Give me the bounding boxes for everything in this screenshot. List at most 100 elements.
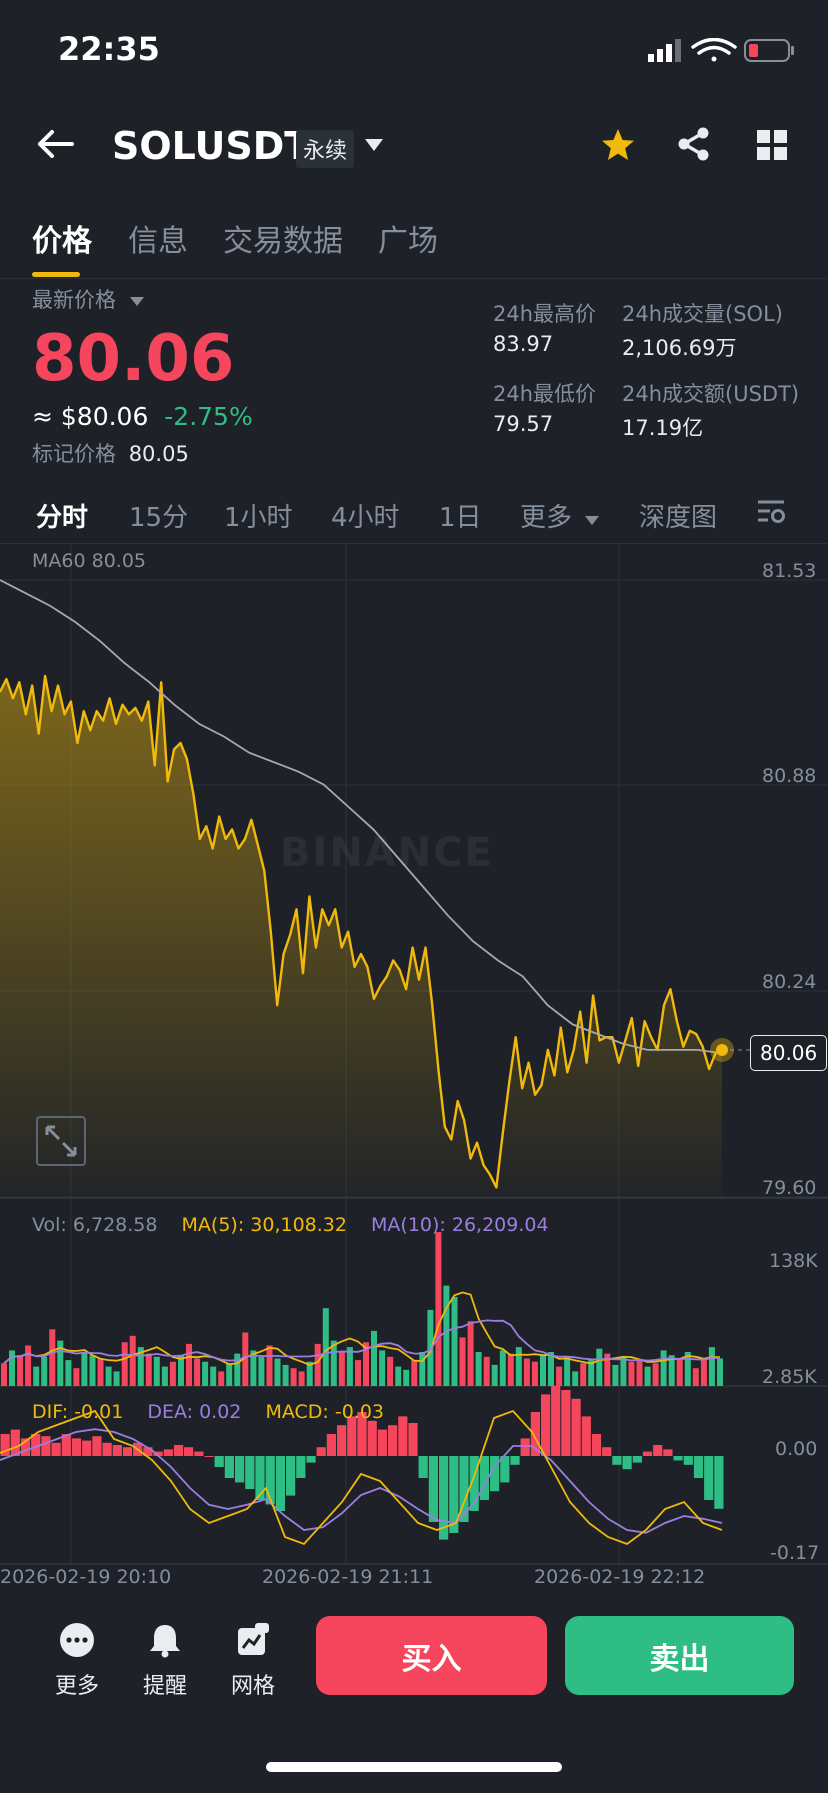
y-tick-2: 80.24 [762,971,817,993]
interval-1h[interactable]: 1小时 [224,497,293,534]
macd-bar [275,1456,285,1511]
interval-4h[interactable]: 4小时 [331,497,400,534]
macd-bar [122,1447,133,1456]
current-point-dot [716,1043,728,1056]
macd-bar [10,1429,20,1456]
interval-1d[interactable]: 1日 [439,497,482,534]
volume-value: 2,106.69万 [622,336,737,360]
volume-bar [483,1356,490,1386]
macd-y-tick-0: 0.00 [775,1438,818,1460]
share-icon[interactable] [676,126,712,162]
buy-button[interactable]: 买入 [316,1616,547,1695]
symbol-title[interactable]: SOLUSDT [112,124,310,168]
status-time: 22:35 [58,30,160,68]
macd-bar [194,1451,204,1456]
volume-bar [548,1352,554,1386]
macd-bar [163,1449,173,1456]
volume-bar [580,1363,587,1386]
last-price-dropdown-icon[interactable] [129,296,145,307]
tab-trading-data[interactable]: 交易数据 [223,216,343,260]
more-button[interactable]: 更多 [42,1622,112,1700]
interval-timeline[interactable]: 分时 [36,497,88,534]
fullscreen-button[interactable] [36,1116,86,1166]
status-icons [648,38,794,62]
change-percent: -2.75% [164,402,253,431]
symbol-dropdown-icon[interactable] [364,138,384,152]
interval-more[interactable]: 更多 [520,497,600,534]
volume-bar [266,1345,273,1386]
vol-y-tick-1: 2.85K [762,1366,817,1388]
more-dropdown-icon [585,516,600,525]
home-indicator[interactable] [266,1762,562,1772]
turnover-value: 17.19亿 [622,416,704,440]
volume-bar [507,1353,514,1386]
volume-bar [145,1353,152,1386]
volume-bar [81,1352,88,1386]
macd-bar [316,1447,326,1456]
usd-price-line: ≈ $80.06 -2.75% [32,402,253,431]
macd-bar [112,1445,122,1456]
y-tick-0: 81.53 [762,560,817,582]
grid-layout-icon[interactable] [756,129,788,161]
last-price-label[interactable]: 最新价格 [32,284,145,314]
usd-price: ≈ $80.06 [32,402,149,431]
macd-bar [214,1456,224,1467]
macd-bar [286,1456,296,1496]
macd-bar [71,1438,82,1456]
price-area-fill [0,675,722,1197]
macd-bar [408,1423,418,1456]
grid-trading-button[interactable]: 网格 [218,1622,288,1700]
volume-bar [113,1371,120,1386]
macd-bar [520,1438,530,1456]
price-chart[interactable] [0,544,828,1592]
bell-icon [150,1625,180,1658]
volume-bar [169,1361,176,1386]
macd-bar [714,1456,724,1509]
volume-bar [411,1360,418,1386]
tab-active-indicator [32,272,80,277]
battery-icon [744,39,794,62]
macd-bar [245,1456,255,1489]
volume-bar [65,1360,72,1386]
chart-settings-icon[interactable] [756,498,786,526]
macd-bar [398,1416,408,1456]
back-arrow-icon[interactable] [36,128,76,160]
tab-info[interactable]: 信息 [128,216,188,260]
volume-bar [346,1347,353,1386]
depth-chart-tab[interactable]: 深度图 [639,497,717,534]
signal-icon [648,39,681,62]
volume-bar [226,1363,233,1386]
volume-bar [467,1321,474,1386]
volume-bar [218,1371,225,1386]
price-panel [0,579,750,1197]
interval-15m[interactable]: 15分 [129,497,188,534]
macd-bar [377,1429,387,1456]
macd-bar [235,1456,245,1483]
favorite-star-icon[interactable] [600,127,636,163]
volume-bar [491,1364,498,1386]
macd-bar [428,1456,438,1522]
volume-bar [596,1348,603,1386]
sell-button[interactable]: 卖出 [565,1616,794,1695]
alert-button[interactable]: 提醒 [130,1622,200,1700]
volume-bar [355,1360,361,1386]
macd-bar [673,1456,683,1461]
tab-price[interactable]: 价格 [32,216,92,260]
volume-bar [636,1360,643,1386]
tab-square[interactable]: 广场 [378,216,438,260]
vol-ma10-line [3,1319,721,1365]
volume-bar [129,1335,136,1386]
vol-ma5: MA(5): 30,108.32 [181,1214,347,1236]
volume-bar [499,1350,506,1386]
volume-bar [17,1355,24,1386]
dea-value: DEA: 0.02 [147,1401,242,1423]
volume-bar [531,1361,538,1386]
volume-bar [202,1361,209,1386]
macd-bar [326,1434,336,1456]
volume-bar [620,1356,627,1386]
volume-bar [371,1330,377,1386]
macd-bar [591,1434,602,1456]
macd-bar [51,1442,61,1456]
macd-bar [602,1447,612,1456]
volume-bar [459,1337,466,1386]
